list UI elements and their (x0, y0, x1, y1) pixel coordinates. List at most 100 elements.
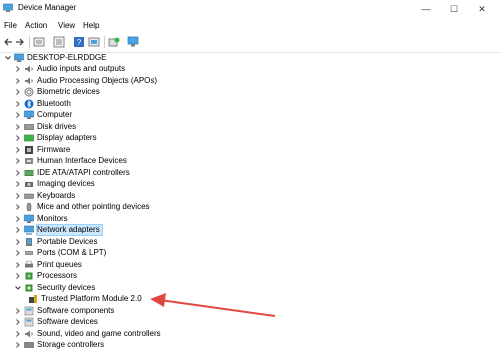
tree-category[interactable]: Human Interface Devices (14, 156, 127, 167)
speaker-icon (25, 330, 33, 337)
tree-item-label: Audio inputs and outputs (37, 64, 126, 73)
tree-item-label: Sound, video and game controllers (37, 328, 161, 338)
monitor-icon (24, 214, 34, 223)
tree-category[interactable]: Print queues (14, 259, 82, 270)
menu-bar: File Action View Help (0, 18, 500, 33)
forward-icon[interactable] (14, 36, 26, 48)
title-bar: Device Manager — ☐ ✕ (0, 0, 500, 18)
help-icon[interactable]: ? (73, 36, 85, 48)
menu-help[interactable]: Help (83, 21, 99, 30)
tree-category[interactable]: Portable Devices (14, 236, 97, 247)
chevron-right-icon[interactable] (14, 238, 22, 246)
chevron-down-icon[interactable] (4, 54, 12, 62)
tree-category[interactable]: Network adapters (14, 224, 103, 236)
chevron-right-icon[interactable] (14, 341, 22, 349)
menu-file[interactable]: File (4, 21, 17, 30)
tree-item-label: Display adapters (37, 133, 97, 142)
chevron-right-icon[interactable] (14, 203, 22, 211)
chevron-right-icon[interactable] (14, 77, 22, 85)
tree-category[interactable]: Bluetooth (14, 98, 71, 109)
chevron-right-icon[interactable] (14, 134, 22, 142)
device-tree: DESKTOP-ELRDDGE Audio inputs and outputs… (0, 52, 500, 353)
tree-root-label: DESKTOP-ELRDDGE (27, 52, 107, 62)
list-icon[interactable] (53, 36, 65, 48)
tree-item-label: Ports (COM & LPT) (37, 248, 107, 257)
device-manager-icon (3, 3, 13, 12)
chevron-right-icon[interactable] (14, 307, 22, 315)
tree-category[interactable]: Security devices (14, 282, 95, 293)
chevron-right-icon[interactable] (14, 65, 22, 73)
menu-view[interactable]: View (58, 21, 75, 30)
chevron-right-icon[interactable] (14, 261, 22, 269)
tree-item-label: Storage controllers (37, 340, 105, 349)
chevron-right-icon[interactable] (14, 169, 22, 177)
bluetooth-icon (24, 99, 34, 108)
tree-category[interactable]: Mice and other pointing devices (14, 202, 150, 213)
tree-item-label: Audio Processing Objects (APOs) (37, 75, 158, 85)
tree-category[interactable]: Computer (14, 110, 72, 121)
tree-category[interactable]: Keyboards (14, 190, 75, 201)
ide-icon (24, 169, 34, 176)
tree-item-label: Bluetooth (37, 98, 71, 108)
driver-icon[interactable] (88, 36, 100, 48)
tree-category[interactable]: Disk drives (14, 121, 76, 132)
tree-item-label: Processors (37, 271, 78, 280)
security-icon (25, 284, 33, 291)
chevron-right-icon[interactable] (14, 88, 22, 96)
port-icon (25, 251, 33, 255)
chevron-right-icon[interactable] (14, 215, 22, 223)
chevron-right-icon[interactable] (14, 192, 22, 200)
tree-child-item[interactable]: Trusted Platform Module 2.0 (28, 294, 142, 305)
chevron-right-icon[interactable] (14, 226, 22, 234)
network-icon (24, 225, 34, 235)
chevron-right-icon[interactable] (14, 249, 22, 257)
tree-category[interactable]: Imaging devices (14, 179, 95, 190)
tree-item-label: Human Interface Devices (37, 156, 127, 165)
chevron-right-icon[interactable] (14, 111, 22, 119)
tree-category[interactable]: Monitors (14, 213, 68, 224)
chevron-right-icon[interactable] (14, 330, 22, 338)
tree-category[interactable]: Biometric devices (14, 87, 100, 98)
tree-category[interactable]: IDE ATA/ATAPI controllers (14, 167, 130, 178)
tree-category[interactable]: Firmware (14, 144, 70, 155)
tree-item-label: Computer (37, 110, 73, 119)
toolbar: ? (0, 33, 500, 53)
tree-category[interactable]: Sound, video and game controllers (14, 328, 161, 339)
computer-icon (14, 53, 24, 62)
tree-root[interactable]: DESKTOP-ELRDDGE (4, 52, 106, 63)
storage-icon (24, 342, 34, 348)
scan-hardware-icon[interactable] (127, 36, 139, 48)
tree-item-label: Print queues (37, 259, 82, 269)
software-icon (24, 306, 34, 315)
tree-item-label: Monitors (37, 213, 68, 223)
chevron-right-icon[interactable] (14, 272, 22, 280)
minimize-button[interactable]: — (412, 0, 440, 18)
tree-category[interactable]: Processors (14, 271, 77, 282)
chevron-right-icon[interactable] (14, 100, 22, 108)
tree-category[interactable]: Storage controllers (14, 340, 104, 351)
properties-icon[interactable] (33, 36, 45, 48)
tree-category[interactable]: Display adapters (14, 133, 97, 144)
tree-category[interactable]: Audio inputs and outputs (14, 64, 125, 75)
back-icon[interactable] (2, 36, 14, 48)
chevron-right-icon[interactable] (14, 123, 22, 131)
toolbar-separator (29, 36, 30, 48)
processor-icon (25, 272, 33, 280)
printer-icon (25, 260, 33, 267)
chevron-right-icon[interactable] (14, 146, 22, 154)
chevron-down-icon[interactable] (14, 284, 22, 292)
tree-category[interactable]: Software devices (14, 317, 98, 328)
chevron-right-icon[interactable] (14, 157, 22, 165)
tree-item-label: Biometric devices (37, 87, 100, 96)
tree-category[interactable]: Software components (14, 305, 114, 316)
update-driver-icon[interactable] (108, 36, 120, 48)
toolbar-separator (104, 36, 105, 48)
tree-category[interactable]: Ports (COM & LPT) (14, 248, 106, 259)
chevron-right-icon[interactable] (14, 180, 22, 188)
close-button[interactable]: ✕ (468, 0, 496, 18)
chevron-right-icon[interactable] (14, 318, 22, 326)
tree-category[interactable]: Audio Processing Objects (APOs) (14, 75, 157, 86)
menu-action[interactable]: Action (25, 21, 47, 30)
maximize-button[interactable]: ☐ (440, 0, 468, 18)
tree-item-label: Software components (37, 305, 115, 315)
